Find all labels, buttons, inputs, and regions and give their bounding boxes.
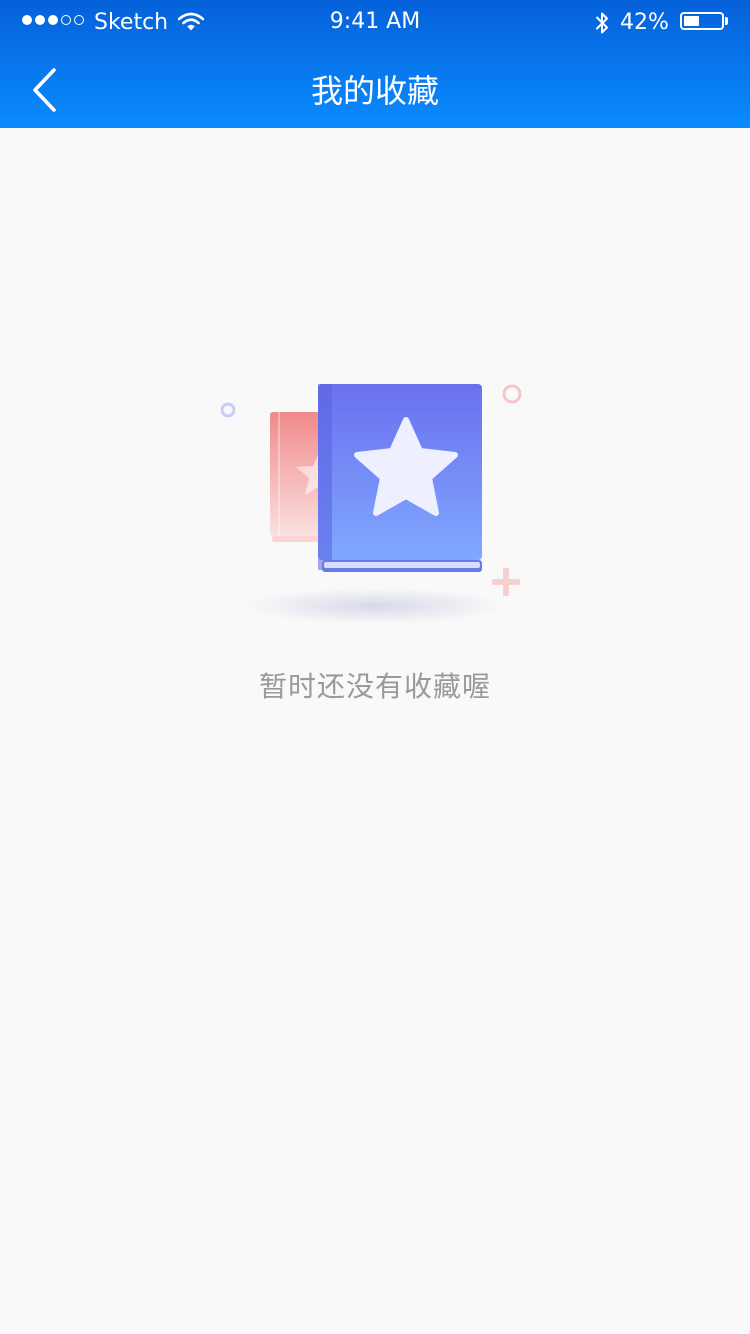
empty-state-message: 暂时还没有收藏喔 [258,670,491,703]
signal-dot [22,15,32,25]
bluetooth-icon [596,12,608,34]
signal-dot [48,15,58,25]
battery-percent: 42% [620,10,669,35]
battery-tip [725,17,728,25]
favorite-book-star-icon [220,384,522,624]
back-button[interactable] [18,62,74,118]
battery-level-fill [684,16,699,26]
signal-dot [61,15,71,25]
status-bar: Sketch 9:41 AM 42% [0,0,750,44]
wifi-icon [178,12,204,31]
signal-dot [35,15,45,25]
signal-strength-icon [22,15,84,25]
carrier-name: Sketch [94,10,169,35]
chevron-left-icon [33,68,56,112]
page-title: 我的收藏 [310,72,439,110]
app-header: Sketch 9:41 AM 42% 我的收藏 [0,0,750,128]
signal-dot [74,15,84,25]
empty-favorites-illustration [210,370,540,650]
battery-icon [680,12,724,30]
